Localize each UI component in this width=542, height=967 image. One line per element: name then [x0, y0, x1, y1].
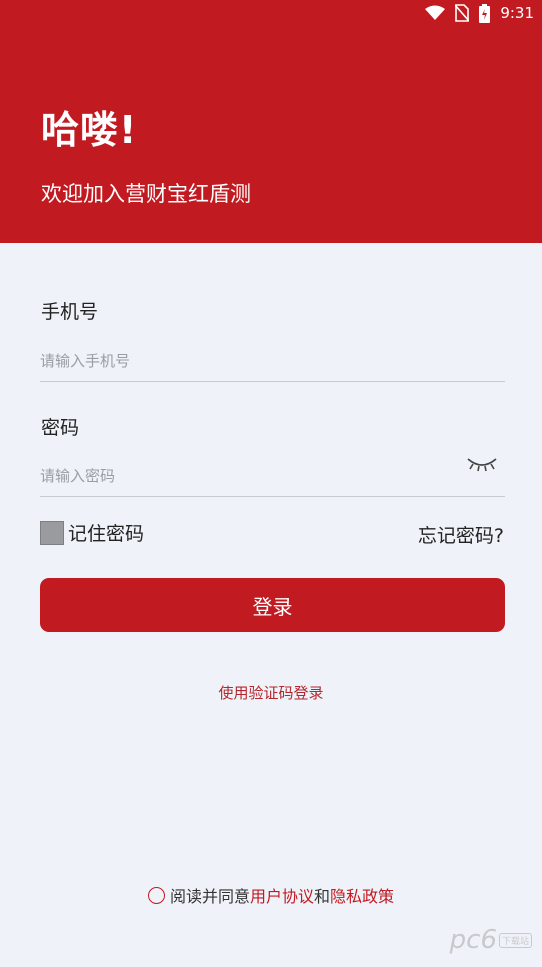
phone-label: 手机号	[41, 301, 99, 323]
welcome-subtitle: 欢迎加入营财宝红盾测	[41, 182, 251, 206]
header-banner: 9:31 哈喽! 欢迎加入营财宝红盾测	[0, 0, 542, 243]
password-label: 密码	[41, 417, 80, 439]
remember-checkbox[interactable]	[40, 520, 64, 545]
status-bar: 9:31	[0, 0, 542, 26]
agreement-row: 阅读并同意 用户协议 和 隐私政策	[0, 883, 542, 907]
agreement-conjunction: 和	[314, 887, 331, 906]
phone-input[interactable]	[40, 341, 505, 382]
agreement-prefix: 阅读并同意	[169, 887, 250, 906]
login-button[interactable]: 登录	[40, 578, 505, 632]
remember-password-toggle[interactable]: 记住密码	[40, 519, 144, 546]
greeting-title: 哈喽!	[41, 108, 138, 152]
wifi-icon	[425, 5, 446, 20]
watermark-logo: pc6 下载站	[450, 925, 532, 955]
agree-radio[interactable]	[147, 886, 165, 904]
remember-label: 记住密码	[68, 523, 145, 545]
no-sim-icon	[455, 4, 470, 22]
watermark-text: pc6	[449, 925, 497, 955]
battery-icon	[479, 3, 491, 23]
privacy-policy-link[interactable]: 隐私政策	[330, 883, 394, 907]
sms-login-link[interactable]: 使用验证码登录	[0, 682, 542, 703]
forgot-password-link[interactable]: 忘记密码?	[418, 521, 504, 548]
eye-closed-icon[interactable]	[466, 455, 498, 473]
password-input[interactable]	[40, 456, 505, 497]
status-time: 9:31	[500, 4, 534, 22]
watermark-sub: 下载站	[498, 932, 532, 948]
user-agreement-link[interactable]: 用户协议	[250, 883, 314, 907]
